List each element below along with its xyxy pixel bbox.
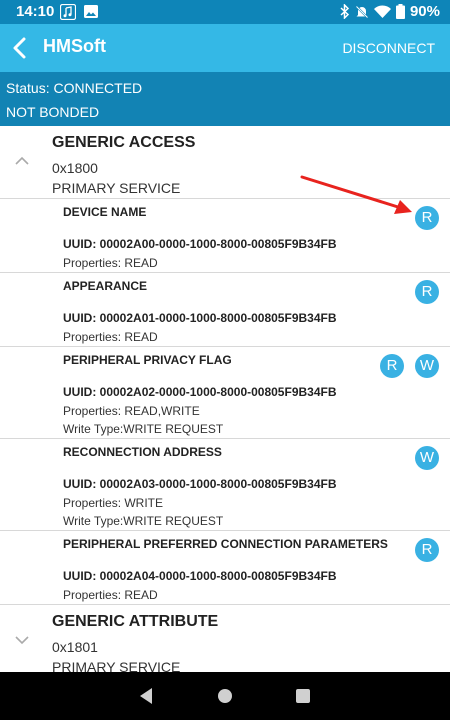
service-uuid: 0x1801 [52,639,98,655]
read-button[interactable]: R [415,538,439,562]
app-title: HMSoft [43,36,106,56]
read-button[interactable]: R [380,354,404,378]
status-bar: 14:10 90% [0,0,450,24]
service-name: GENERIC ACCESS [52,134,196,151]
back-icon[interactable] [8,34,36,62]
characteristic-name: APPEARANCE [63,279,148,293]
characteristic-peripheral-preferred-connection-parameters[interactable]: PERIPHERAL PREFERRED CONNECTION PARAMETE… [0,531,450,605]
characteristic-name: PERIPHERAL PREFERRED CONNECTION PARAMETE… [63,537,388,551]
service-uuid: 0x1800 [52,160,98,176]
chevron-up-icon[interactable] [14,156,30,166]
music-note-icon [60,4,76,20]
nav-back-icon[interactable] [138,687,154,705]
chevron-down-icon[interactable] [14,635,30,645]
nav-recents-icon[interactable] [296,689,310,703]
characteristic-uuid: UUID: 00002A01-0000-1000-8000-00805F9B34… [63,311,337,325]
characteristic-write-type: Write Type:WRITE REQUEST [63,514,224,528]
connection-status: Status: CONNECTED NOT BONDED [0,72,450,126]
read-button[interactable]: R [415,280,439,304]
service-name: GENERIC ATTRIBUTE [52,613,219,630]
bluetooth-icon [340,4,350,19]
characteristic-uuid: UUID: 00002A00-0000-1000-8000-00805F9B34… [63,237,337,251]
characteristic-properties: Properties: WRITE [63,496,164,510]
app-bar: HMSoft DISCONNECT [0,24,450,72]
bond-state: NOT BONDED [6,104,100,120]
characteristic-properties: Properties: READ [63,330,158,344]
service-generic-access[interactable]: GENERIC ACCESS 0x1800 PRIMARY SERVICE [0,126,450,199]
characteristic-peripheral-privacy-flag[interactable]: PERIPHERAL PRIVACY FLAG UUID: 00002A02-0… [0,347,450,439]
characteristic-properties: Properties: READ [63,256,158,270]
wifi-icon [373,5,391,18]
characteristic-uuid: UUID: 00002A02-0000-1000-8000-00805F9B34… [63,385,337,399]
characteristic-appearance[interactable]: APPEARANCE UUID: 00002A01-0000-1000-8000… [0,273,450,347]
read-button[interactable]: R [415,206,439,230]
characteristic-uuid: UUID: 00002A03-0000-1000-8000-00805F9B34… [63,477,337,491]
connection-state: Status: CONNECTED [6,80,143,96]
characteristic-name: PERIPHERAL PRIVACY FLAG [63,353,232,367]
characteristic-properties: Properties: READ,WRITE [63,404,200,418]
characteristic-name: RECONNECTION ADDRESS [63,445,222,459]
characteristic-uuid: UUID: 00002A04-0000-1000-8000-00805F9B34… [63,569,337,583]
battery-percent: 90% [409,3,440,20]
mute-icon [355,4,369,19]
write-button[interactable]: W [415,446,439,470]
characteristic-write-type: Write Type:WRITE REQUEST [63,422,224,436]
image-icon [84,5,98,18]
service-list: GENERIC ACCESS 0x1800 PRIMARY SERVICE DE… [0,126,450,672]
write-button[interactable]: W [415,354,439,378]
status-icons: 90% [340,3,440,20]
disconnect-button[interactable]: DISCONNECT [342,40,435,56]
characteristic-device-name[interactable]: DEVICE NAME UUID: 00002A00-0000-1000-800… [0,199,450,273]
navigation-bar [0,672,450,720]
clock: 14:10 [16,3,55,20]
service-generic-attribute[interactable]: GENERIC ATTRIBUTE 0x1801 PRIMARY SERVICE [0,605,450,672]
characteristic-name: DEVICE NAME [63,205,147,219]
characteristic-properties: Properties: READ [63,588,158,602]
battery-icon [395,4,405,19]
service-type: PRIMARY SERVICE [52,659,181,672]
characteristic-reconnection-address[interactable]: RECONNECTION ADDRESS UUID: 00002A03-0000… [0,439,450,531]
service-type: PRIMARY SERVICE [52,180,181,196]
nav-home-icon[interactable] [218,689,232,703]
